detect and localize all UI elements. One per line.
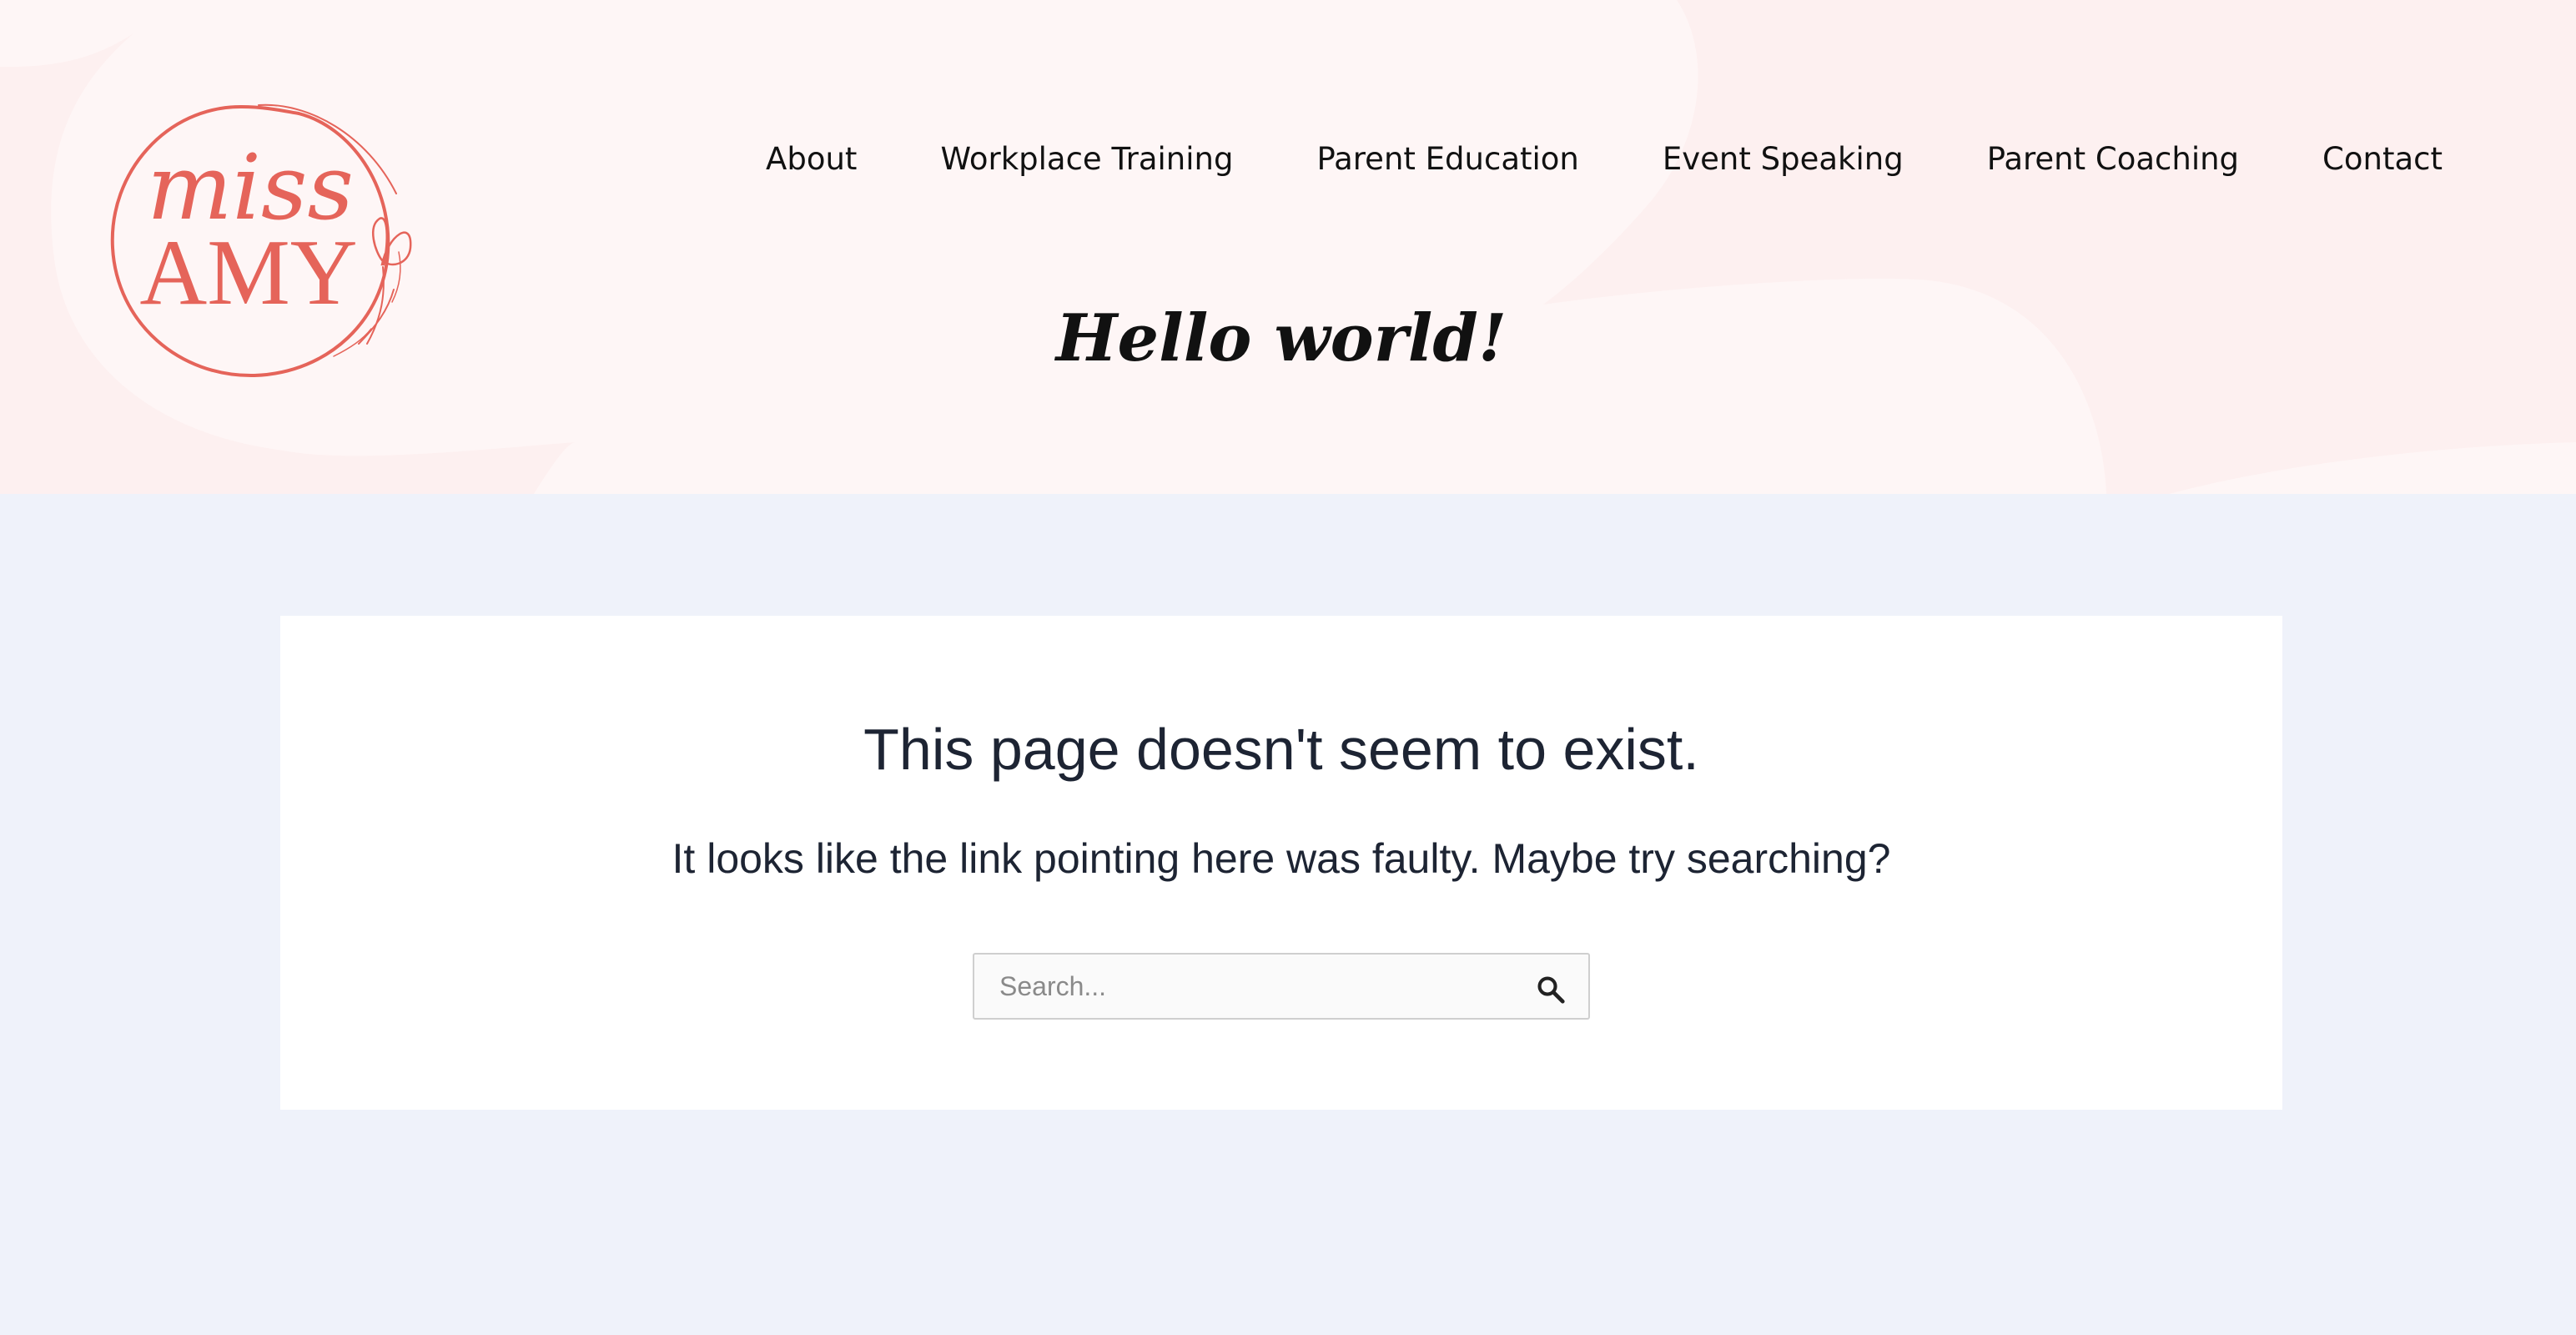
nav-item-about[interactable]: About xyxy=(766,141,857,177)
main-navigation: About Workplace Training Parent Educatio… xyxy=(766,125,2443,192)
nav-item-parent-coaching[interactable]: Parent Coaching xyxy=(1987,141,2239,177)
site-header: miss AMY About Workplace Training Parent… xyxy=(0,0,2576,494)
nav-item-workplace-training[interactable]: Workplace Training xyxy=(940,141,1233,177)
search-form xyxy=(973,953,1590,1020)
error-title: This page doesn't seem to exist. xyxy=(863,717,1699,782)
error-message: It looks like the link pointing here was… xyxy=(672,835,1891,882)
search-input[interactable] xyxy=(974,955,1517,1018)
search-icon xyxy=(1535,967,1567,1005)
nav-item-event-speaking[interactable]: Event Speaking xyxy=(1663,141,1904,177)
page-title: Hello world! xyxy=(1055,300,1507,376)
search-button[interactable] xyxy=(1513,955,1588,1018)
error-card: This page doesn't seem to exist. It look… xyxy=(280,616,2282,1110)
nav-item-contact[interactable]: Contact xyxy=(2322,141,2443,177)
nav-item-parent-education[interactable]: Parent Education xyxy=(1316,141,1578,177)
